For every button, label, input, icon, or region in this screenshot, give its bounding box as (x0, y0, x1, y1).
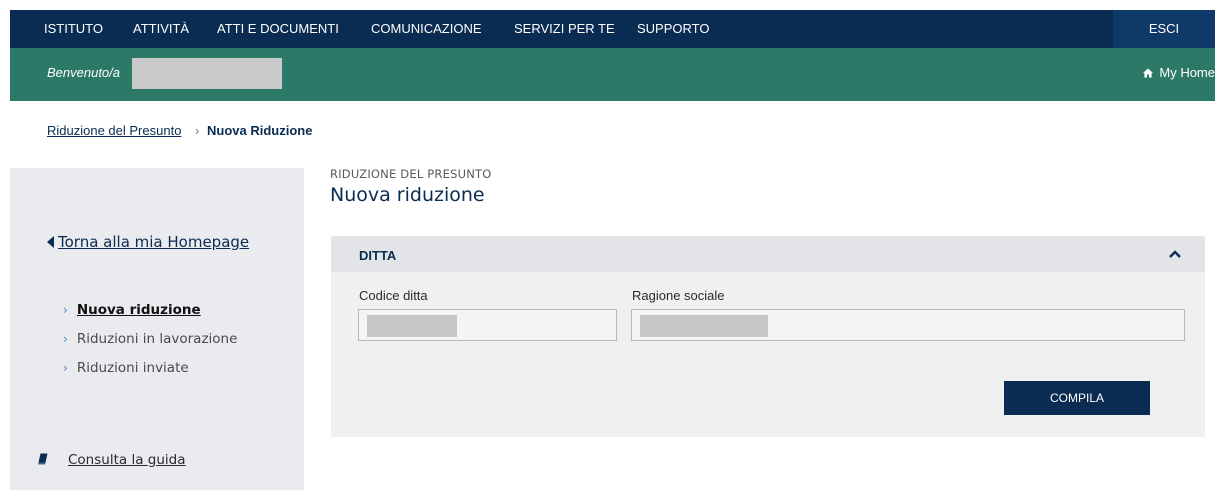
nav-item-comunicazione[interactable]: COMUNICAZIONE (371, 10, 482, 48)
top-navigation: ISTITUTO ATTIVITÀ ATTI E DOCUMENTI COMUN… (0, 0, 1215, 48)
panel-title: DITTA (359, 248, 397, 263)
sidebar-item-label: Riduzioni inviate (76, 360, 189, 376)
codice-ditta-label: Codice ditta (359, 288, 428, 303)
caret-up-icon[interactable] (1169, 250, 1181, 258)
nav-item-atti-e-documenti[interactable]: ATTI E DOCUMENTI (217, 10, 339, 48)
my-home-label: My Home (1159, 65, 1215, 80)
welcome-bar: Benvenuto/a My Home (10, 48, 1215, 101)
nav-item-attivita[interactable]: ATTIVITÀ (133, 10, 189, 48)
welcome-text: Benvenuto/a (47, 65, 121, 80)
my-home-link[interactable]: My Home (1143, 65, 1215, 80)
ragione-sociale-field[interactable] (631, 309, 1185, 341)
logout-button[interactable]: ESCI (1113, 10, 1215, 48)
back-to-homepage-link[interactable]: Torna alla mia Homepage (47, 233, 249, 251)
ragione-sociale-redacted (640, 315, 768, 337)
sidebar: Torna alla mia Homepage › Nuova riduzione… (10, 168, 304, 490)
compila-button[interactable]: COMPILA (1004, 381, 1150, 415)
breadcrumb-current: Nuova Riduzione (207, 123, 313, 138)
sidebar-menu: › Nuova riduzione › Riduzioni in lavorazio… (63, 302, 237, 389)
sidebar-item-riduzioni-inviate[interactable]: › Riduzioni inviate (63, 360, 237, 389)
panel-header[interactable]: DITTA (331, 236, 1205, 272)
sidebar-item-riduzioni-in-lavorazione[interactable]: › Riduzioni in lavorazione (63, 331, 237, 360)
sidebar-item-label: Riduzioni in lavorazione (76, 331, 238, 347)
caret-left-icon (47, 236, 54, 248)
chevron-right-icon: › (63, 332, 68, 346)
home-icon (1143, 68, 1154, 78)
guide-link[interactable]: Consulta la guida (38, 452, 185, 468)
chevron-right-icon: › (63, 303, 68, 317)
page-title: Nuova riduzione (330, 184, 485, 206)
section-kicker: RIDUZIONE DEL PRESUNTO (330, 167, 492, 181)
codice-ditta-redacted (367, 315, 457, 337)
sidebar-item-label: Nuova riduzione (76, 302, 201, 318)
back-to-homepage-label: Torna alla mia Homepage (58, 233, 250, 251)
nav-item-servizi-per-te[interactable]: SERVIZI PER TE (514, 10, 615, 48)
sidebar-item-nuova-riduzione[interactable]: › Nuova riduzione (63, 302, 237, 331)
codice-ditta-field[interactable] (358, 309, 617, 341)
breadcrumb-separator: › (195, 123, 200, 138)
book-icon (38, 453, 48, 465)
username-redacted (132, 58, 282, 89)
ragione-sociale-label: Ragione sociale (632, 288, 725, 303)
guide-label: Consulta la guida (68, 452, 186, 468)
chevron-right-icon: › (63, 361, 68, 375)
nav-item-supporto[interactable]: SUPPORTO (637, 10, 709, 48)
nav-item-istituto[interactable]: ISTITUTO (44, 10, 103, 48)
ditta-panel: DITTA Codice ditta Ragione sociale COMPI… (331, 236, 1205, 437)
breadcrumb: Riduzione del Presunto › Nuova Riduzione (47, 123, 312, 138)
breadcrumb-parent-link[interactable]: Riduzione del Presunto (47, 123, 181, 138)
